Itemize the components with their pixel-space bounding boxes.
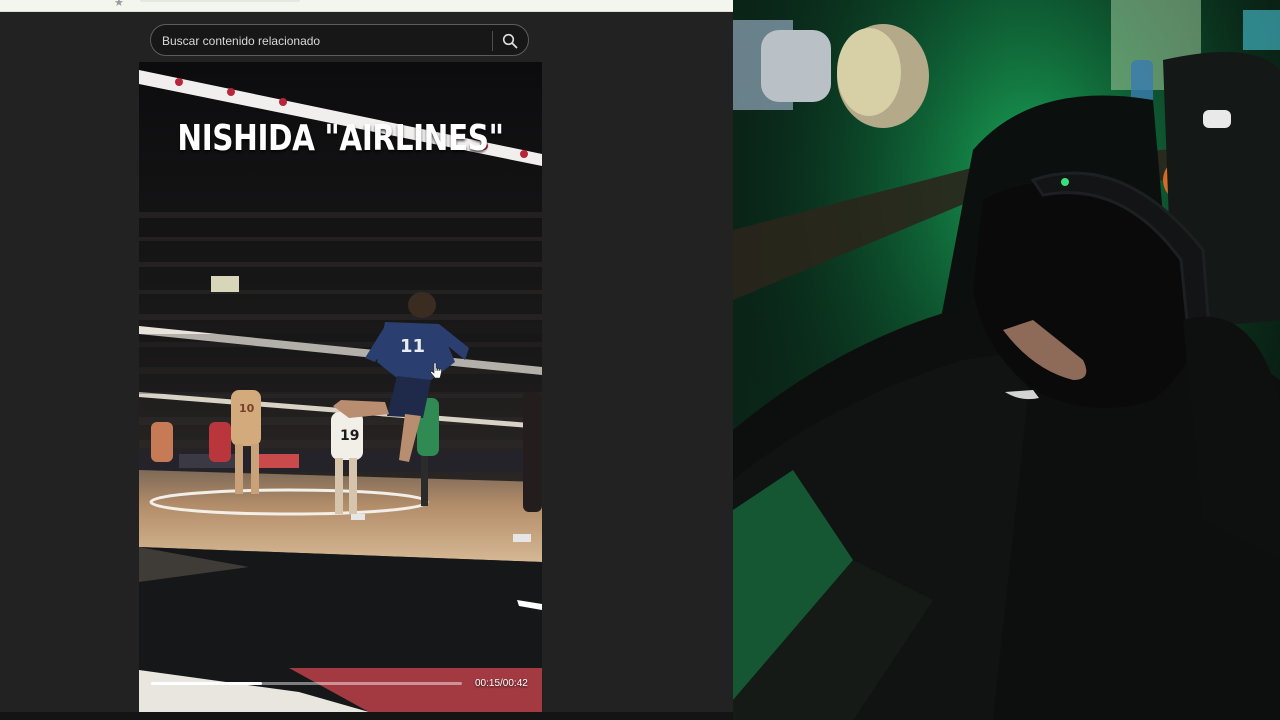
bookmark-star-icon[interactable]: ★ bbox=[114, 0, 124, 9]
jersey-number-10: 10 bbox=[239, 402, 255, 415]
top-bar-faded-text bbox=[140, 0, 300, 2]
webcam-feed bbox=[733, 0, 1280, 720]
bottom-strip bbox=[0, 712, 733, 720]
search-divider bbox=[492, 31, 493, 51]
video-progress-fill bbox=[151, 682, 263, 685]
search-bar[interactable] bbox=[150, 24, 529, 56]
jersey-number-19: 19 bbox=[340, 428, 359, 444]
search-icon bbox=[502, 33, 518, 49]
mouse-cursor-icon bbox=[430, 362, 442, 379]
search-input[interactable] bbox=[162, 32, 482, 50]
video-progress-bar[interactable] bbox=[151, 682, 462, 685]
search-button[interactable] bbox=[497, 28, 523, 54]
volleyball-scene: 10 19 11 bbox=[139, 62, 542, 712]
video-player[interactable]: 10 19 11 NISHIDA "AIRLINES" 00:15/00:42 bbox=[139, 62, 542, 712]
jersey-number-11: 11 bbox=[400, 336, 425, 357]
browser-pane: ★ Buscar contenido relacionado 10 19 11 … bbox=[0, 0, 733, 720]
video-time: 00:15/00:42 bbox=[475, 678, 528, 689]
video-caption: NISHIDA "AIRLINES" bbox=[177, 118, 504, 159]
browser-top-bar: ★ bbox=[0, 0, 733, 12]
